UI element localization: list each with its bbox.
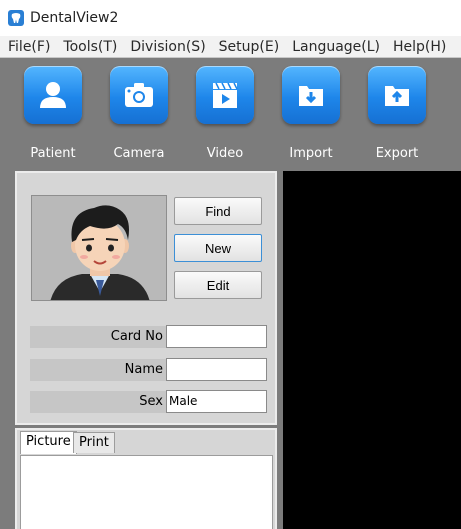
patient-button[interactable] (24, 66, 82, 124)
card-no-input[interactable] (166, 325, 267, 348)
tooth-app-icon (8, 10, 24, 26)
menu-language[interactable]: Language(L) (292, 39, 380, 55)
video-tool[interactable]: Video (185, 66, 265, 161)
menu-bar: File(F) Tools(T) Division(S) Setup(E) La… (0, 36, 461, 58)
menu-help[interactable]: Help(H) (393, 39, 446, 55)
folder-export-icon (385, 86, 409, 106)
user-icon (40, 82, 66, 108)
image-viewer[interactable] (283, 171, 461, 529)
name-label: Name (124, 362, 163, 377)
tab-print[interactable]: Print (73, 432, 115, 453)
camera-tool[interactable]: Camera (99, 66, 179, 161)
folder-import-icon (299, 86, 323, 106)
patient-photo (31, 195, 167, 301)
menu-division[interactable]: Division(S) (130, 39, 205, 55)
picture-print-tabs: Picture Print (15, 428, 277, 529)
main-toolbar: Patient Camera Video Import Export (0, 58, 461, 168)
camera-button[interactable] (110, 66, 168, 124)
video-clapper-icon (213, 82, 238, 108)
name-input[interactable] (166, 358, 267, 381)
camera-label: Camera (113, 146, 165, 161)
patient-info-panel: Find New Edit Card No Name Sex Male (15, 171, 277, 425)
new-button[interactable]: New (174, 234, 262, 262)
camera-icon (125, 83, 153, 107)
menu-tools[interactable]: Tools(T) (63, 39, 117, 55)
export-label: Export (375, 146, 419, 161)
patient-avatar-image (32, 196, 166, 300)
sex-label: Sex (139, 394, 163, 409)
import-tool[interactable]: Import (271, 66, 351, 161)
patient-tool[interactable]: Patient (13, 66, 93, 161)
menu-setup[interactable]: Setup(E) (219, 39, 280, 55)
export-tool[interactable]: Export (357, 66, 437, 161)
window-title: DentalView2 (30, 10, 119, 26)
picture-list-area[interactable] (20, 455, 273, 529)
card-no-row: Card No (30, 325, 267, 348)
patient-label: Patient (30, 146, 76, 161)
card-no-label: Card No (110, 329, 163, 344)
find-button[interactable]: Find (174, 197, 262, 225)
tab-picture[interactable]: Picture (20, 431, 77, 454)
sex-row: Sex Male (30, 390, 267, 413)
sex-input[interactable]: Male (166, 390, 267, 413)
title-bar: DentalView2 (0, 0, 461, 36)
video-button[interactable] (196, 66, 254, 124)
import-button[interactable] (282, 66, 340, 124)
export-button[interactable] (368, 66, 426, 124)
video-label: Video (206, 146, 244, 161)
menu-file[interactable]: File(F) (8, 39, 50, 55)
name-row: Name (30, 358, 267, 381)
edit-button[interactable]: Edit (174, 271, 262, 299)
import-label: Import (289, 146, 333, 161)
